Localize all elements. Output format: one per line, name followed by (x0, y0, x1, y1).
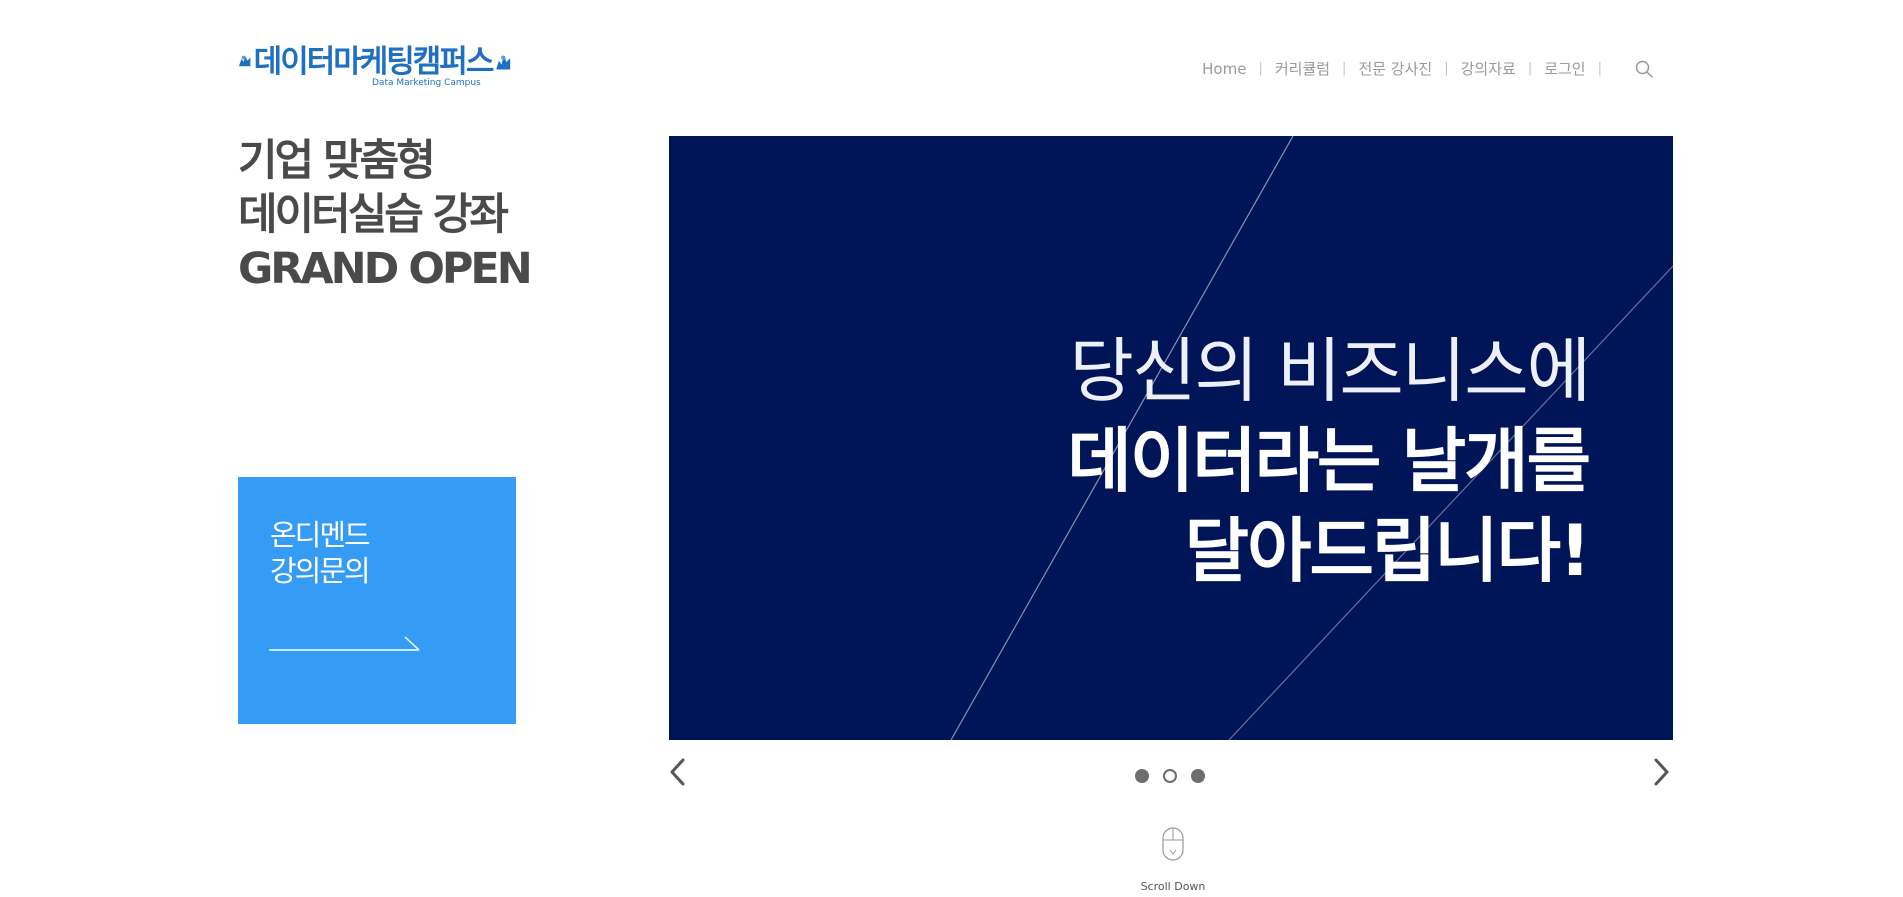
inquiry-label: 온디멘드 강의문의 (270, 517, 371, 589)
nav-divider: | (1527, 61, 1533, 76)
slide-caption: 당신의 비즈니스에 데이터라는 날개를 달아드립니다! (1067, 326, 1591, 596)
chevron-right-icon[interactable] (1650, 757, 1672, 787)
search-icon[interactable] (1634, 59, 1654, 79)
on-demand-inquiry-button[interactable]: 온디멘드 강의문의 (238, 477, 516, 724)
slider-pagination (1135, 769, 1205, 783)
hero-headline: 기업 맞춤형 데이터실습 강좌 GRAND OPEN (238, 134, 533, 296)
logo-subtitle: Data Marketing Campus (372, 78, 481, 88)
inquiry-label-line-1: 온디멘드 (270, 518, 371, 552)
slider-dot-2[interactable] (1163, 769, 1177, 783)
slide-caption-line-3: 달아드립니다! (1184, 510, 1591, 592)
nav-item-materials[interactable]: 강의자료 (1461, 58, 1516, 79)
nav-item-instructors[interactable]: 전문 강사진 (1358, 58, 1432, 79)
long-arrow-right-icon (269, 636, 420, 651)
site-logo[interactable]: 데이터마케팅캠퍼스 Data Marketing Campus (238, 46, 513, 94)
chevron-left-icon[interactable] (667, 757, 689, 787)
hero-slider[interactable]: 당신의 비즈니스에 데이터라는 날개를 달아드립니다! (669, 136, 1673, 740)
slider-dot-1[interactable] (1135, 769, 1149, 783)
nav-divider: | (1258, 61, 1263, 76)
nav-divider: | (1597, 61, 1602, 76)
headline-line-1: 기업 맞춤형 (238, 136, 436, 186)
nav-divider: | (1342, 61, 1347, 76)
mouse-scroll-icon[interactable] (1161, 826, 1185, 862)
slide-caption-line-1: 당신의 비즈니스에 (1069, 330, 1591, 412)
headline-line-2: 데이터실습 강좌 (238, 190, 509, 240)
logo-text: 데이터마케팅캠퍼스 (253, 44, 495, 80)
logo-left-emblem-icon (239, 55, 251, 67)
slider-dot-3[interactable] (1191, 769, 1205, 783)
inquiry-label-line-2: 강의문의 (270, 554, 371, 588)
main-nav: Home | 커리큘럼 | 전문 강사진 | 강의자료 | 로그인 | (1202, 58, 1654, 79)
nav-divider: | (1444, 61, 1449, 76)
nav-item-login[interactable]: 로그인 (1544, 58, 1585, 79)
slide-caption-line-2: 데이터라는 날개를 (1067, 420, 1591, 502)
nav-item-home[interactable]: Home (1202, 60, 1246, 78)
logo-right-emblem-icon (496, 55, 511, 70)
headline-line-3: GRAND OPEN (238, 244, 533, 294)
nav-item-curriculum[interactable]: 커리큘럼 (1275, 58, 1330, 79)
scroll-down-label: Scroll Down (1140, 880, 1206, 893)
